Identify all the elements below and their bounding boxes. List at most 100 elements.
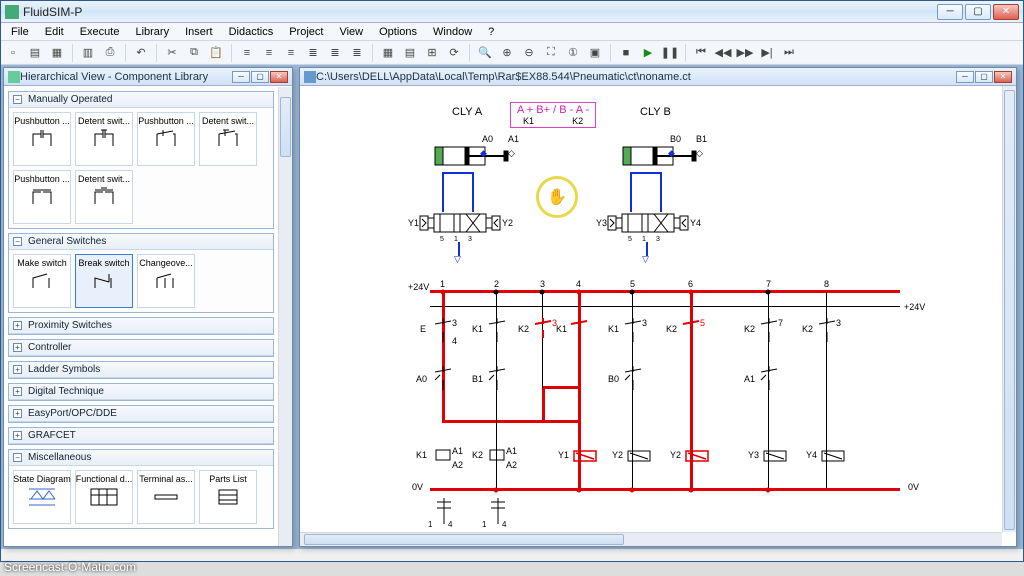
stop-icon[interactable]: ■ [616,43,636,63]
lib-min-button[interactable]: ─ [232,71,250,83]
svg-text:5: 5 [628,236,632,243]
label-y2: Y2 [502,218,513,228]
label-b0: B0 [670,134,681,144]
step-end-icon[interactable]: ⏭ [779,43,799,63]
menu-didactics[interactable]: Didactics [221,26,282,38]
circuit-hscrollbar[interactable] [300,532,1002,546]
print-icon[interactable]: ⎙ [100,43,120,63]
toolbar: ▫ ▤ ▦ ▥ ⎙ ↶ ✂ ⧉ 📋 ≡ ≡ ≡ ≣ ≣ ≣ ▦ ▤ ⊞ ⟳ 🔍 … [1,41,1023,65]
step-fwd-icon[interactable]: ▶| [757,43,777,63]
label-a1: A1 [508,134,519,144]
menu-file[interactable]: File [3,26,37,38]
menu-window[interactable]: Window [425,26,480,38]
zoom-out-icon[interactable]: ⊖ [519,43,539,63]
align-bottom-icon[interactable]: ≣ [347,43,367,63]
circ-close-button[interactable]: ✕ [994,71,1012,83]
hand-cursor-icon: ✋ [536,176,578,218]
circuit-vscrollbar[interactable] [1002,86,1016,532]
label-cly-b: CLY B [640,106,671,118]
menu-view[interactable]: View [331,26,371,38]
label-a0: A0 [482,134,493,144]
menu-project[interactable]: Project [281,26,331,38]
rewind-icon[interactable]: ◀◀ [713,43,733,63]
menu-options[interactable]: Options [371,26,425,38]
cat-ladder-symbols[interactable]: +Ladder Symbols [9,362,273,378]
align-left-icon[interactable]: ≡ [237,43,257,63]
label-y1: Y1 [408,218,419,228]
library-scrollbar[interactable] [278,87,292,546]
align-center-icon[interactable]: ≡ [259,43,279,63]
open-icon[interactable]: ▤ [25,43,45,63]
rulers-icon[interactable]: ▤ [400,43,420,63]
align-middle-icon[interactable]: ≣ [325,43,345,63]
align-top-icon[interactable]: ≣ [303,43,323,63]
app-title: FluidSIM-P [19,5,937,19]
cylinder-a[interactable] [430,141,510,175]
menu-insert[interactable]: Insert [177,26,221,38]
menu-edit[interactable]: Edit [37,26,72,38]
grid-icon[interactable]: ▦ [378,43,398,63]
snap-icon[interactable]: ⊞ [422,43,442,63]
undo-icon[interactable]: ↶ [131,43,151,63]
zoom-actual-icon[interactable]: ① [563,43,583,63]
cat-easyport[interactable]: +EasyPort/OPC/DDE [9,406,273,422]
menu-library[interactable]: Library [127,26,177,38]
cat-proximity-switches[interactable]: +Proximity Switches [9,318,273,334]
label-0v-left: 0V [412,482,423,492]
app-titlebar: FluidSIM-P ─ ▢ ✕ [1,1,1023,23]
comp-detent-switch-3[interactable]: Detent swit... [75,170,133,224]
formula-box: A + B+ / B - A - K1K2 [510,102,596,128]
zoom-tool-icon[interactable]: 🔍 [475,43,495,63]
app-icon [5,5,19,19]
circuit-window: C:\Users\DELL\AppData\Local\Temp\Rar$EX8… [299,67,1017,547]
pause-icon[interactable]: ❚❚ [660,43,680,63]
cat-manually-operated[interactable]: −Manually Operated [9,92,273,108]
svg-text:3: 3 [656,236,660,243]
label-p24v-left: +24V [408,282,429,292]
forward-icon[interactable]: ▶▶ [735,43,755,63]
minimize-button[interactable]: ─ [937,4,963,20]
label-0v-right: 0V [908,482,919,492]
step-back-icon[interactable]: ⏮ [691,43,711,63]
menu-execute[interactable]: Execute [72,26,128,38]
lib-max-button[interactable]: ▢ [251,71,269,83]
zoom-in-icon[interactable]: ⊕ [497,43,517,63]
label-y4: Y4 [690,218,701,228]
align-right-icon[interactable]: ≡ [281,43,301,63]
cat-digital-technique[interactable]: +Digital Technique [9,384,273,400]
comp-detent-switch-2[interactable]: Detent swit... [199,112,257,166]
comp-changeover[interactable]: Changeove... [137,254,195,308]
copy-icon[interactable]: ⧉ [184,43,204,63]
paste-icon[interactable]: 📋 [206,43,226,63]
cut-icon[interactable]: ✂ [162,43,182,63]
zoom-sel-icon[interactable]: ▣ [585,43,605,63]
zoom-fit-icon[interactable]: ⛶ [541,43,561,63]
lib-close-button[interactable]: ✕ [270,71,288,83]
cylinder-b[interactable] [618,141,698,175]
menu-help[interactable]: ? [480,26,502,38]
play-icon[interactable]: ▶ [638,43,658,63]
print-preview-icon[interactable]: ▥ [78,43,98,63]
save-icon[interactable]: ▦ [47,43,67,63]
circuit-title: C:\Users\DELL\AppData\Local\Temp\Rar$EX8… [316,71,956,83]
maximize-button[interactable]: ▢ [965,4,991,20]
cat-controller[interactable]: +Controller [9,340,273,356]
cat-general-switches[interactable]: −General Switches [9,234,273,250]
circuit-icon [304,71,316,83]
valve-b[interactable]: 513 [606,210,690,246]
label-p24v-right: +24V [904,302,925,312]
cat-grafcet[interactable]: +GRAFCET [9,428,273,444]
comp-parts-list[interactable]: Parts List [199,470,257,524]
new-icon[interactable]: ▫ [3,43,23,63]
circuit-canvas[interactable]: CLY A CLY B A + B+ / B - A - K1K2 A0 A1 … [300,86,1016,546]
close-button[interactable]: ✕ [993,4,1019,20]
label-b1: B1 [696,134,707,144]
valve-a[interactable]: 513 [418,210,502,246]
circ-min-button[interactable]: ─ [956,71,974,83]
library-title: Hierarchical View - Component Library [20,71,232,83]
refresh-icon[interactable]: ⟳ [444,43,464,63]
cat-misc[interactable]: −Miscellaneous [9,450,273,466]
label-y3: Y3 [596,218,607,228]
svg-text:5: 5 [440,236,444,243]
circ-max-button[interactable]: ▢ [975,71,993,83]
